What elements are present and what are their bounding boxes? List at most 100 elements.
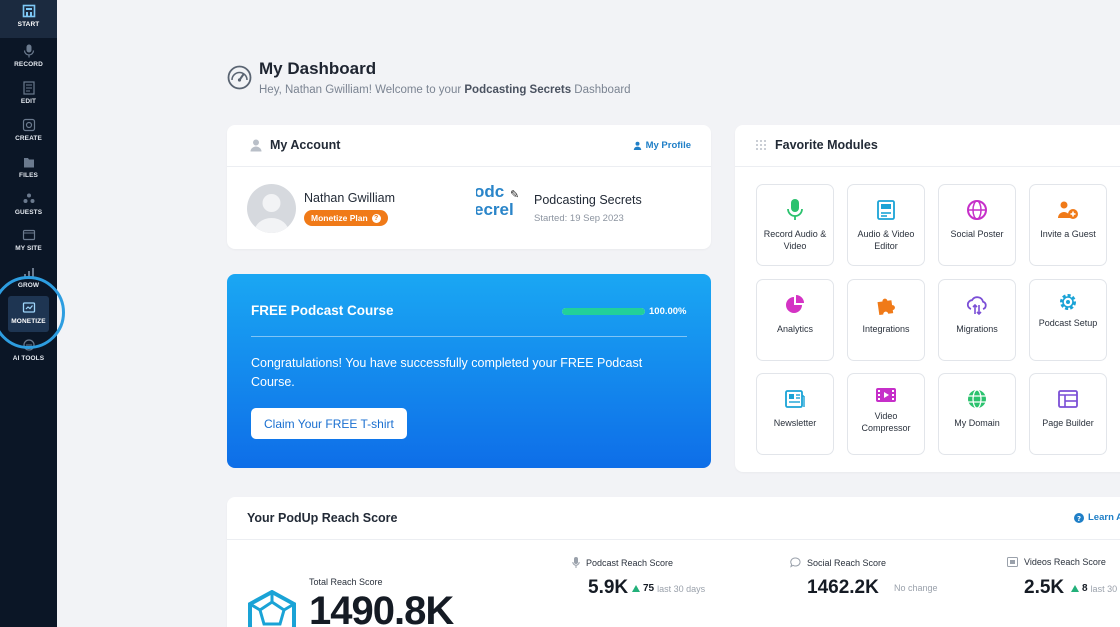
metric-delta-value: 8: [1082, 583, 1088, 594]
total-reach-label: Total Reach Score: [309, 577, 383, 587]
metric-delta-value: 75: [643, 583, 655, 594]
my-profile-label: My Profile: [645, 140, 691, 151]
module-video-compressor[interactable]: Video Compressor: [847, 373, 925, 455]
card-title: Your PodUp Reach Score: [247, 511, 398, 525]
up-arrow-icon: [632, 585, 640, 592]
module-analytics[interactable]: Analytics: [756, 279, 834, 361]
metric-label: Podcast Reach Score: [572, 557, 673, 568]
sidebar-item-label: RECORD: [14, 61, 43, 68]
my-profile-link[interactable]: My Profile: [633, 140, 691, 151]
metric-delta: 75 last 30 days: [632, 583, 705, 594]
module-audio-video-editor[interactable]: Audio & Video Editor: [847, 184, 925, 266]
plan-badge[interactable]: Monetize Plan ?: [304, 210, 388, 226]
module-migrations[interactable]: Migrations: [938, 279, 1016, 361]
sidebar-item-label: FILES: [19, 172, 38, 179]
page-builder-icon: [1056, 387, 1080, 411]
start-icon: [22, 4, 36, 18]
metric-value: 5.9K: [588, 577, 629, 598]
module-newsletter[interactable]: Newsletter: [756, 373, 834, 455]
grid-dots-icon: [755, 138, 769, 152]
metric-delta-text: last 30: [1090, 583, 1118, 594]
subtitle-prefix: Hey, Nathan Gwilliam! Welcome to your: [259, 84, 465, 96]
chat-icon: [790, 557, 801, 568]
module-integrations[interactable]: Integrations: [847, 279, 925, 361]
module-label: Page Builder: [1042, 418, 1094, 428]
microphone-icon: [572, 557, 580, 568]
site-icon: [22, 228, 36, 242]
sidebar-item-edit[interactable]: EDIT: [0, 77, 57, 113]
sidebar-item-label: CREATE: [15, 135, 42, 142]
module-podcast-setup[interactable]: Podcast Setup: [1029, 279, 1107, 361]
sidebar: START RECORD EDIT CREATE FILES GUESTS MY…: [0, 0, 65, 627]
metric-podcast-reach: Podcast Reach Score 5.9K 75 last 30 days: [572, 557, 705, 598]
course-progress-fill: [562, 308, 645, 315]
editor-icon: [874, 198, 898, 222]
module-record-audio-video[interactable]: Record Audio & Video: [756, 184, 834, 266]
sidebar-item-label: AI TOOLS: [12, 355, 45, 362]
create-icon: [22, 118, 36, 132]
podcast-name: Podcasting Secrets: [534, 193, 642, 207]
newsletter-icon: [783, 387, 807, 411]
module-label: Record Audio & Video: [763, 229, 827, 251]
module-social-poster[interactable]: Social Poster: [938, 184, 1016, 266]
module-label: Audio & Video Editor: [857, 229, 915, 251]
user-icon: [249, 138, 263, 152]
microphone-icon: [783, 198, 807, 222]
gear-icon: [1056, 290, 1080, 314]
dashboard-gauge-icon: [227, 65, 252, 90]
sidebar-item-create[interactable]: CREATE: [0, 114, 57, 150]
module-label: Analytics: [776, 324, 813, 334]
card-header: Your PodUp Reach Score ? Learn A: [227, 497, 1120, 540]
module-label: Integrations: [862, 324, 910, 334]
files-icon: [22, 155, 36, 169]
metric-delta: No change: [894, 583, 938, 593]
user-name: Nathan Gwilliam: [304, 191, 396, 205]
sidebar-item-files[interactable]: FILES: [0, 151, 57, 187]
favorite-modules-card: Favorite Modules Record Audio & Video Au…: [735, 125, 1120, 472]
sidebar-item-label: GUESTS: [14, 209, 43, 216]
divider: [251, 336, 687, 337]
sidebar-item-start[interactable]: START: [0, 0, 57, 38]
metric-label-text: Videos Reach Score: [1024, 557, 1106, 567]
metric-delta: 8 last 30: [1071, 583, 1117, 594]
module-label: Migrations: [956, 324, 998, 334]
help-icon: ?: [371, 213, 381, 223]
module-label: My Domain: [954, 418, 1000, 428]
sidebar-item-record[interactable]: RECORD: [0, 40, 57, 76]
module-label: Social Poster: [950, 229, 1004, 239]
podcast-started-date: Started: 19 Sep 2023: [534, 213, 624, 224]
sidebar-item-label: EDIT: [20, 98, 37, 105]
sidebar-item-my-site[interactable]: MY SITE: [0, 224, 57, 260]
metric-value: 2.5K: [1024, 577, 1065, 598]
edit-pencil-icon[interactable]: ✎: [510, 188, 519, 201]
page-subtitle: Hey, Nathan Gwilliam! Welcome to your Po…: [259, 84, 631, 96]
sidebar-item-guests[interactable]: GUESTS: [0, 188, 57, 224]
profile-user-icon: [633, 141, 641, 150]
total-reach-value: 1490.8K: [309, 589, 454, 627]
plan-label: Monetize Plan: [311, 213, 368, 223]
card-header: Favorite Modules: [735, 125, 1120, 167]
page-title: My Dashboard: [259, 59, 377, 78]
module-label: Invite a Guest: [1040, 229, 1096, 239]
reach-polyhedron-icon: [246, 589, 298, 627]
module-invite-guest[interactable]: Invite a Guest: [1029, 184, 1107, 266]
video-icon: [1007, 557, 1018, 567]
avatar[interactable]: [247, 184, 296, 233]
claim-tshirt-button[interactable]: Claim Your FREE T-shirt: [251, 408, 407, 439]
sidebar-item-label: START: [17, 21, 40, 28]
sidebar-item-label: MY SITE: [15, 245, 42, 252]
metric-label-text: Social Reach Score: [807, 557, 887, 568]
learn-more-link[interactable]: ? Learn A: [1074, 512, 1120, 523]
metric-label: Videos Reach Score: [1007, 557, 1106, 567]
video-compress-icon: [874, 383, 898, 407]
svg-text:?: ?: [1077, 515, 1081, 523]
metric-delta-text: No change: [894, 583, 938, 593]
metric-social-reach: Social Reach Score 1462.2K No change: [790, 557, 938, 598]
module-page-builder[interactable]: Page Builder: [1029, 373, 1107, 455]
guests-icon: [22, 192, 36, 206]
module-label: Newsletter: [773, 418, 817, 428]
social-globe-icon: [965, 198, 989, 222]
subtitle-podcast-name: Podcasting Secrets: [464, 84, 572, 96]
module-my-domain[interactable]: My Domain: [938, 373, 1016, 455]
card-title: My Account: [270, 138, 341, 152]
